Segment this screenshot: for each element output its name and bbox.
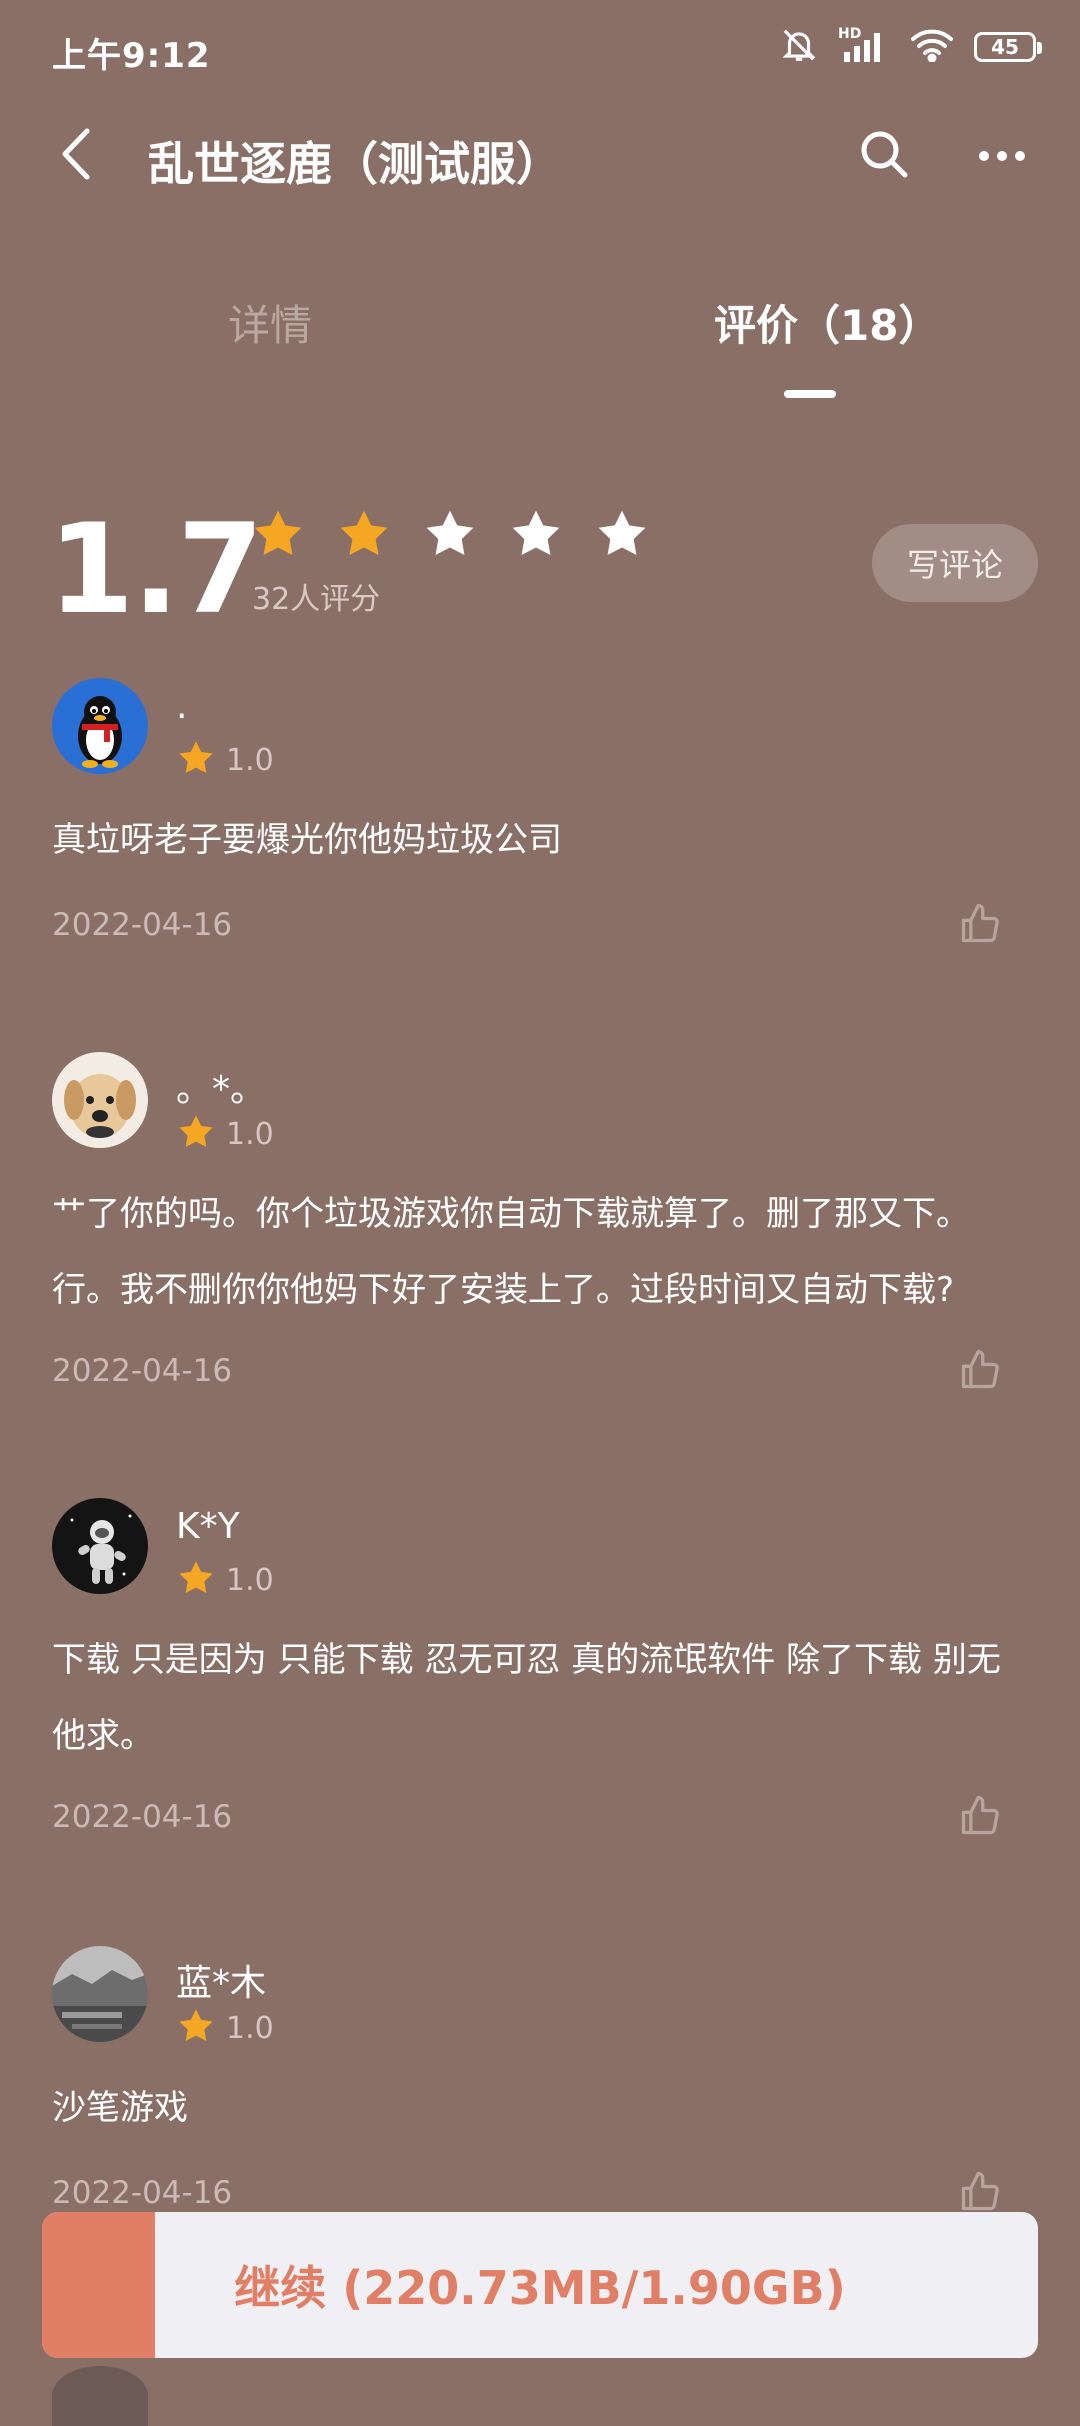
star-icon — [176, 1558, 216, 1602]
landscape-avatar[interactable] — [52, 1946, 148, 2042]
review-rating-value: 1.0 — [226, 1116, 274, 1152]
like-button[interactable] — [958, 1794, 1006, 1842]
rating-stars — [250, 506, 650, 566]
star-empty-icon — [422, 506, 478, 566]
next-review-avatar — [52, 2366, 148, 2426]
like-button[interactable] — [958, 2170, 1006, 2218]
review-user-name: K*Y — [176, 1506, 240, 1547]
rating-count: 32人评分 — [252, 582, 381, 617]
review-item: K*Y 1.0 下载 只是因为 只能下载 忍无可忍 真的流氓软件 除了下载 别无… — [0, 1498, 1080, 1858]
review-date: 2022-04-16 — [52, 1799, 233, 1835]
review-rating: 1.0 — [176, 1558, 274, 1602]
star-filled-icon — [250, 506, 306, 566]
continue-download-button[interactable]: 继续 (220.73MB/1.90GB) — [42, 2212, 1038, 2358]
search-button[interactable] — [848, 120, 920, 192]
review-text: 沙笔游戏 — [52, 2088, 188, 2128]
review-user-name: 蓝*木 — [176, 1963, 267, 2004]
astronaut-avatar[interactable] — [52, 1498, 148, 1594]
review-rating: 1.0 — [176, 1112, 274, 1156]
review-rating-value: 1.0 — [226, 2010, 274, 2046]
like-button[interactable] — [958, 1348, 1006, 1396]
app-header: 乱世逐鹿（测试服） — [0, 104, 1080, 208]
like-button[interactable] — [958, 902, 1006, 950]
review-item: 蓝*木 1.0 沙笔游戏 2022-04-16 — [0, 1946, 1080, 2211]
thumbs-up-icon — [958, 1350, 1002, 1396]
review-user-name: . — [176, 686, 188, 727]
back-arrow-icon — [59, 127, 93, 185]
star-icon — [176, 738, 216, 782]
battery-level: 45 — [991, 35, 1019, 59]
review-rating-value: 1.0 — [226, 1562, 274, 1598]
tab-bar: 详情 评价（18） — [0, 290, 1080, 410]
more-dots-icon — [978, 147, 1026, 166]
search-icon — [858, 128, 910, 184]
review-text: 下载 只是因为 只能下载 忍无可忍 真的流氓软件 除了下载 别无他求。 — [52, 1640, 1001, 1756]
status-bar: 上午9:12 HD 45 — [0, 0, 1080, 104]
thumbs-up-icon — [958, 1796, 1002, 1842]
star-icon — [176, 1112, 216, 1156]
tab-details[interactable]: 详情 — [228, 290, 312, 362]
wifi-icon — [910, 28, 954, 66]
back-button[interactable] — [44, 120, 108, 192]
review-text: 真垃呀老子要爆光你他妈垃圾公司 — [52, 820, 562, 860]
active-tab-indicator — [784, 390, 836, 398]
review-rating: 1.0 — [176, 738, 274, 782]
review-date: 2022-04-16 — [52, 907, 233, 943]
average-rating: 1.7 — [48, 498, 264, 642]
review-date: 2022-04-16 — [52, 1353, 233, 1389]
write-review-button[interactable]: 写评论 — [872, 524, 1038, 602]
signal-icon: HD — [838, 26, 890, 64]
review-item: . 1.0 真垃呀老子要爆光你他妈垃圾公司 2022-04-16 — [0, 678, 1080, 978]
battery-icon: 45 — [974, 32, 1042, 62]
thumbs-up-icon — [958, 904, 1002, 950]
penguin-avatar[interactable] — [52, 678, 148, 774]
mute-bell-icon — [780, 26, 818, 68]
star-icon — [176, 2006, 216, 2050]
star-empty-icon — [594, 506, 650, 566]
review-date: 2022-04-16 — [52, 2175, 233, 2211]
status-icons: HD 45 — [780, 26, 1042, 68]
review-rating-value: 1.0 — [226, 742, 274, 778]
continue-label: 继续 (220.73MB/1.90GB) — [234, 2261, 846, 2315]
star-filled-icon — [336, 506, 392, 566]
review-item: 。*。 1.0 艹了你的吗。你个垃圾游戏你自动下载就算了。删了那又下。行。我不删… — [0, 1052, 1080, 1412]
review-rating: 1.0 — [176, 2006, 274, 2050]
page-title: 乱世逐鹿（测试服） — [148, 137, 562, 191]
more-options-button[interactable] — [966, 120, 1038, 192]
status-time: 上午9:12 — [52, 36, 211, 76]
review-user-name: 。*。 — [176, 1069, 267, 1110]
star-empty-icon — [508, 506, 564, 566]
dog-avatar[interactable] — [52, 1052, 148, 1148]
tab-reviews[interactable]: 评价（18） — [714, 290, 940, 362]
review-text: 艹了你的吗。你个垃圾游戏你自动下载就算了。删了那又下。行。我不删你你他妈下好了安… — [52, 1194, 970, 1310]
